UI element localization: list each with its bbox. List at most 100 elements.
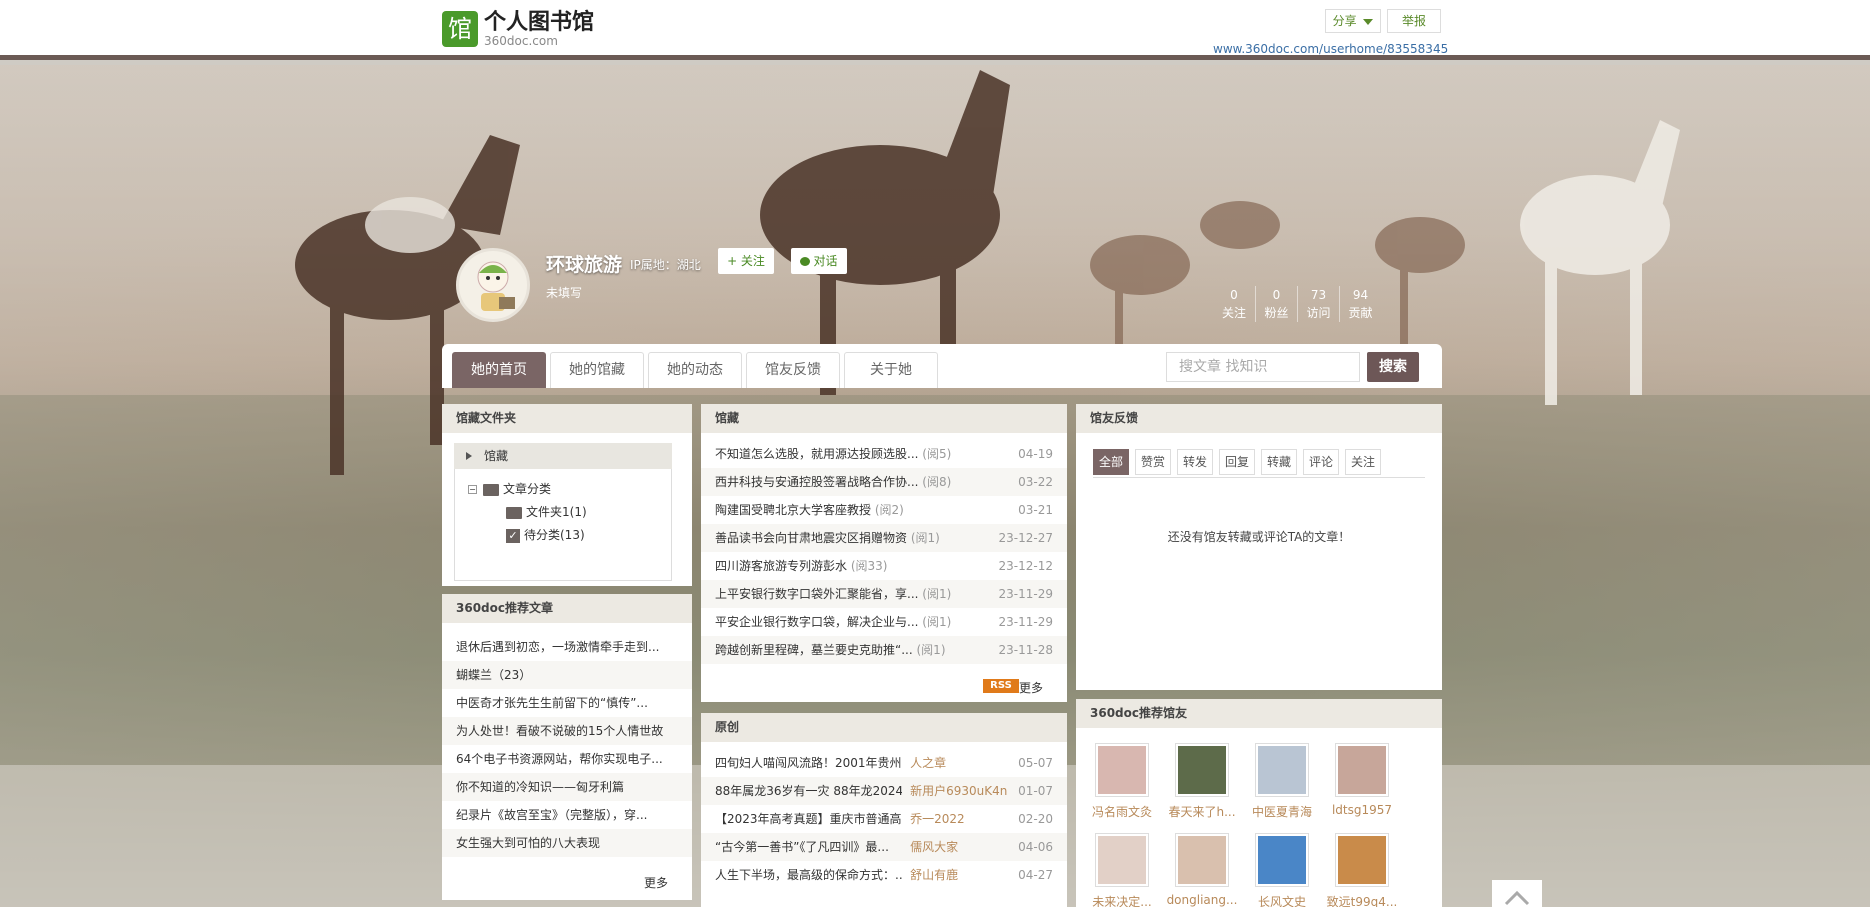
- filter-praise[interactable]: 赞赏: [1135, 449, 1171, 475]
- folder-item[interactable]: 文件夹1(1): [506, 503, 587, 520]
- folder-root[interactable]: 馆藏: [454, 443, 672, 469]
- tab-activity[interactable]: 她的动态: [648, 352, 742, 388]
- friend-card[interactable]: 春天来了h...: [1162, 743, 1242, 820]
- stat-contribution: 94 贡献: [1339, 286, 1381, 322]
- friend-card[interactable]: dongliang...: [1162, 833, 1242, 907]
- avatar: [1175, 833, 1229, 887]
- collection-panel: 馆藏 不知道怎么选股，就用源达投顾选股... (阅5) 04-19 西井科技与安通…: [701, 404, 1067, 702]
- folder-item-label: 待分类(13): [524, 528, 585, 542]
- avatar[interactable]: [456, 248, 530, 322]
- avatar-cartoon-icon: [477, 261, 515, 311]
- tab-about[interactable]: 关于她: [844, 352, 938, 388]
- folder-root-label: 馆藏: [484, 449, 509, 463]
- recommend-panel-title: 360doc推荐文章: [442, 594, 692, 623]
- list-item[interactable]: 四川游客旅游专列游彭水 (阅33) 23-12-12: [701, 552, 1067, 580]
- feedback-panel-title: 馆友反馈: [1076, 404, 1442, 433]
- back-to-top-button[interactable]: [1492, 880, 1542, 907]
- recommend-list: 退休后遇到初恋，一场激情牵手走到... 蝴蝶兰（23） 中医奇才张先生生前留下的…: [442, 623, 692, 857]
- list-item[interactable]: 平安企业银行数字口袋，解决企业与... (阅1) 23-11-29: [701, 608, 1067, 636]
- list-item[interactable]: 不知道怎么选股，就用源达投顾选股... (阅5) 04-19: [701, 440, 1067, 468]
- list-item[interactable]: 64个电子书资源网站，帮你实现电子...: [442, 745, 692, 773]
- search-input[interactable]: 搜文章 找知识: [1166, 352, 1360, 382]
- list-item[interactable]: 女生强大到可怕的八大表现: [442, 829, 692, 857]
- folder-item-label: 文件夹1(1): [526, 505, 587, 519]
- avatar: [1175, 743, 1229, 797]
- divider: [1093, 477, 1425, 478]
- folder-icon: [506, 506, 522, 519]
- feedback-panel: 馆友反馈 全部 赞赏 转发 回复 转藏 评论 关注 还没有馆友转藏或评论TA的文…: [1076, 404, 1442, 690]
- profile-nav: 她的首页 她的馆藏 她的动态 馆友反馈 关于她 搜文章 找知识 搜索: [442, 344, 1442, 388]
- site-logo[interactable]: 馆 个人图书馆 360doc.com: [442, 10, 594, 48]
- chat-button[interactable]: 对话: [791, 248, 847, 274]
- list-item[interactable]: 人生下半场，最高级的保命方式：... 舒山有鹿 04-27: [701, 861, 1067, 889]
- top-bar: 馆 个人图书馆 360doc.com 分享 举报 www.360doc.com/…: [0, 0, 1870, 60]
- library-logo-icon: 馆: [442, 11, 478, 47]
- empty-feedback-message: 还没有馆友转藏或评论TA的文章！: [1167, 530, 1351, 544]
- follow-button[interactable]: + 关注: [718, 248, 774, 274]
- list-item[interactable]: 善品读书会向甘肃地震灾区捐赠物资 (阅1) 23-12-27: [701, 524, 1067, 552]
- chevron-up-icon: [1504, 890, 1530, 906]
- site-title: 个人图书馆: [484, 9, 595, 35]
- list-item[interactable]: 中医奇才张先生生前留下的“慎传”...: [442, 689, 692, 717]
- list-item[interactable]: 陶建国受聘北京大学客座教授 (阅2) 03-21: [701, 496, 1067, 524]
- friend-card[interactable]: 中医夏青海: [1242, 743, 1322, 820]
- filter-all[interactable]: 全部: [1093, 449, 1129, 475]
- list-item[interactable]: 蝴蝶兰（23）: [442, 661, 692, 689]
- report-button[interactable]: 举报: [1387, 9, 1441, 33]
- avatar: [1335, 833, 1389, 887]
- user-signature: 未填写: [546, 286, 583, 300]
- stat-visits: 73 访问: [1297, 286, 1339, 322]
- collapse-icon: −: [468, 485, 477, 494]
- stat-fans[interactable]: 0 粉丝: [1255, 286, 1297, 322]
- friend-card[interactable]: 冯名雨文灸: [1082, 743, 1162, 820]
- user-home-url[interactable]: www.360doc.com/userhome/83558345: [1213, 42, 1448, 56]
- list-item[interactable]: 你不知道的冷知识——匈牙利篇: [442, 773, 692, 801]
- tab-collection[interactable]: 她的馆藏: [550, 352, 644, 388]
- filter-forward[interactable]: 转发: [1177, 449, 1213, 475]
- original-panel-title: 原创: [701, 713, 1067, 742]
- filter-follow[interactable]: 关注: [1345, 449, 1381, 475]
- share-label: 分享: [1332, 14, 1357, 28]
- list-item[interactable]: 纪录片《故宫至宝》（完整版），穿...: [442, 801, 692, 829]
- more-link[interactable]: 更多: [644, 874, 668, 891]
- chat-bubble-icon: [800, 257, 811, 266]
- checkbox-checked-icon: ✓: [506, 528, 520, 543]
- folder-category[interactable]: − 文章分类: [468, 480, 551, 497]
- chat-label: 对话: [813, 254, 838, 268]
- list-item[interactable]: 为人处世！看破不说破的15个人情世故: [442, 717, 692, 745]
- friend-card[interactable]: 未来决定...: [1082, 833, 1162, 907]
- list-item[interactable]: 跨越创新里程碑，墓兰要史克助推“... (阅1) 23-11-28: [701, 636, 1067, 664]
- collection-panel-title: 馆藏: [701, 404, 1067, 433]
- folder-item[interactable]: ✓ 待分类(13): [506, 526, 585, 543]
- avatar: [1335, 743, 1389, 797]
- profile-stats: 0 关注 0 粉丝 73 访问 94 贡献: [1213, 286, 1381, 322]
- list-item[interactable]: 退休后遇到初恋，一场激情牵手走到...: [442, 633, 692, 661]
- more-link[interactable]: 更多: [1019, 679, 1043, 696]
- original-panel: 原创 四旬妇人喵闯风流路！2001年贵州... 人之章 05-07 88年属龙36岁…: [701, 713, 1067, 907]
- filter-reply[interactable]: 回复: [1219, 449, 1255, 475]
- tab-feedback[interactable]: 馆友反馈: [746, 352, 840, 388]
- list-item[interactable]: “古今第一善书”《了凡四训》最... 儒风大家 04-06: [701, 833, 1067, 861]
- caret-down-icon: [1363, 18, 1374, 25]
- avatar: [1095, 743, 1149, 797]
- folder-panel-title: 馆藏文件夹: [442, 404, 692, 433]
- avatar: [1255, 743, 1309, 797]
- friend-card[interactable]: 长风文史: [1242, 833, 1322, 907]
- avatar: [1255, 833, 1309, 887]
- list-item[interactable]: 上平安银行数字口袋外汇聚能省，享... (阅1) 23-11-29: [701, 580, 1067, 608]
- avatar: [1095, 833, 1149, 887]
- list-item[interactable]: 【2023年高考真题】重庆市普通高... 乔一2022 02-20: [701, 805, 1067, 833]
- friend-card[interactable]: ldtsg1957: [1322, 743, 1402, 817]
- original-list: 四旬妇人喵闯风流路！2001年贵州... 人之章 05-07 88年属龙36岁有一灾…: [701, 742, 1067, 889]
- filter-resave[interactable]: 转藏: [1261, 449, 1297, 475]
- share-button[interactable]: 分享: [1325, 9, 1381, 33]
- filter-comment[interactable]: 评论: [1303, 449, 1339, 475]
- tab-home[interactable]: 她的首页: [452, 352, 546, 388]
- search-button[interactable]: 搜索: [1367, 352, 1419, 382]
- list-item[interactable]: 88年属龙36岁有一灾 88年龙2024... 新用户6930uK4n 01-07: [701, 777, 1067, 805]
- rss-icon[interactable]: RSS: [983, 679, 1019, 693]
- list-item[interactable]: 西井科技与安通控股签署战略合作协... (阅8) 03-22: [701, 468, 1067, 496]
- stat-following[interactable]: 0 关注: [1213, 286, 1255, 322]
- list-item[interactable]: 四旬妇人喵闯风流路！2001年贵州... 人之章 05-07: [701, 749, 1067, 777]
- friend-card[interactable]: 致远t99q4...: [1322, 833, 1402, 907]
